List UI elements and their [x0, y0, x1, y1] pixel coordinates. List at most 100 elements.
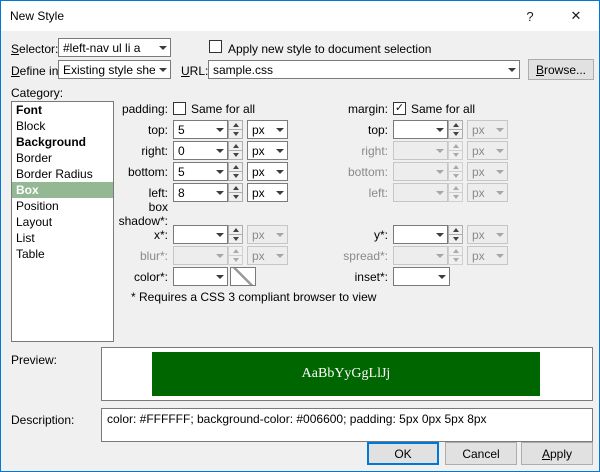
padding-column: padding: Same for all top: 5 px right: 0…	[103, 98, 288, 287]
ok-button[interactable]: OK	[367, 442, 439, 465]
margin-same-for-all-label: Same for all	[411, 101, 476, 116]
shadow-blur-label: blur*:	[139, 248, 168, 263]
define-in-dropdown[interactable]: Existing style sheet	[58, 60, 171, 79]
spin-down-icon	[448, 151, 463, 160]
spin-up-icon[interactable]	[448, 120, 463, 130]
padding-top-value: 5	[178, 122, 185, 137]
apply-to-selection-checkbox[interactable]	[209, 40, 222, 53]
define-in-label: Define in:	[11, 64, 62, 78]
shadow-spread-unit: px	[472, 248, 485, 263]
padding-left-value-combo[interactable]: 8	[173, 183, 228, 202]
apply-button-label: Apply	[541, 446, 573, 461]
spin-down-icon	[448, 256, 463, 265]
shadow-spread-unit-combo: px	[467, 246, 508, 265]
chevron-down-icon	[432, 191, 447, 195]
spin-up-icon[interactable]	[228, 162, 243, 172]
spin-down-icon[interactable]	[228, 172, 243, 181]
spacer-row	[333, 203, 508, 224]
chevron-down-icon	[212, 233, 227, 237]
chevron-down-icon	[492, 149, 507, 153]
padding-top-spinner[interactable]	[228, 120, 243, 139]
category-item-block[interactable]: Block	[12, 118, 113, 134]
category-item-layout[interactable]: Layout	[12, 214, 113, 230]
spin-down-icon[interactable]	[448, 235, 463, 244]
padding-right-value-combo[interactable]: 0	[173, 141, 228, 160]
selector-dropdown[interactable]: #left-nav ul li a	[58, 38, 171, 57]
chevron-down-icon	[492, 170, 507, 174]
padding-right-label: right:	[141, 143, 168, 158]
category-item-background[interactable]: Background	[12, 134, 113, 150]
apply-to-selection-label: Apply new style to document selection	[228, 42, 432, 56]
close-button[interactable]: ✕	[553, 1, 599, 31]
margin-same-for-all-checkbox[interactable]: ✓	[393, 102, 406, 115]
padding-top-row: top: 5 px	[103, 119, 288, 140]
description-box: color: #FFFFFF; background-color: #00660…	[101, 408, 593, 442]
spin-up-icon[interactable]	[228, 183, 243, 193]
spin-down-icon[interactable]	[228, 235, 243, 244]
shadow-blur-spinner	[228, 246, 243, 265]
padding-same-for-all-checkbox[interactable]	[173, 102, 186, 115]
chevron-down-icon	[272, 233, 287, 237]
spin-down-icon[interactable]	[228, 130, 243, 139]
apply-button[interactable]: Apply	[521, 442, 593, 465]
chevron-down-icon	[432, 233, 447, 237]
margin-top-spinner[interactable]	[448, 120, 463, 139]
spin-up-icon[interactable]	[228, 120, 243, 130]
margin-left-row: left: px	[333, 182, 508, 203]
titlebar-buttons: ? ✕	[507, 1, 599, 31]
define-in-value: Existing style sheet	[63, 62, 155, 77]
category-item-box[interactable]: Box	[12, 182, 113, 198]
spin-up-icon[interactable]	[228, 225, 243, 235]
chevron-down-icon	[492, 233, 507, 237]
help-button[interactable]: ?	[507, 1, 553, 31]
shadow-color-combo[interactable]	[173, 267, 228, 286]
color-picker-swatch[interactable]	[230, 267, 256, 286]
category-item-border[interactable]: Border	[12, 150, 113, 166]
spin-up-icon[interactable]	[448, 225, 463, 235]
padding-top-unit-combo[interactable]: px	[247, 120, 288, 139]
padding-left-spinner[interactable]	[228, 183, 243, 202]
chevron-down-icon	[272, 128, 287, 132]
shadow-y-unit: px	[472, 227, 485, 242]
shadow-inset-combo[interactable]	[393, 267, 450, 286]
category-item-table[interactable]: Table	[12, 246, 113, 262]
spin-down-icon[interactable]	[448, 130, 463, 139]
padding-left-unit-combo[interactable]: px	[247, 183, 288, 202]
padding-bottom-value-combo[interactable]: 5	[173, 162, 228, 181]
padding-right-spinner[interactable]	[228, 141, 243, 160]
padding-top-unit: px	[252, 122, 265, 137]
category-item-position[interactable]: Position	[12, 198, 113, 214]
category-item-border-radius[interactable]: Border Radius	[12, 166, 113, 182]
shadow-x-value-combo[interactable]	[173, 225, 228, 244]
new-style-dialog: New Style ? ✕ Selector: #left-nav ul li …	[0, 0, 600, 472]
spin-up-icon[interactable]	[228, 141, 243, 151]
shadow-x-spinner[interactable]	[228, 225, 243, 244]
spin-down-icon[interactable]	[228, 193, 243, 202]
shadow-y-row: y*: px	[333, 224, 508, 245]
category-item-list[interactable]: List	[12, 230, 113, 246]
spin-down-icon[interactable]	[228, 151, 243, 160]
margin-top-unit-combo: px	[467, 120, 508, 139]
chevron-down-icon	[432, 128, 447, 132]
selector-label: Selector:	[11, 42, 59, 56]
padding-left-unit: px	[252, 185, 265, 200]
margin-top-value-combo[interactable]	[393, 120, 448, 139]
padding-bottom-spinner[interactable]	[228, 162, 243, 181]
padding-right-unit-combo[interactable]: px	[247, 141, 288, 160]
browse-button[interactable]: Browse...	[528, 59, 594, 80]
padding-top-value-combo[interactable]: 5	[173, 120, 228, 139]
url-combobox[interactable]: sample.css	[208, 60, 520, 79]
category-item-font[interactable]: Font	[12, 102, 113, 118]
spin-up-icon	[448, 162, 463, 172]
shadow-spread-label: spread*:	[343, 248, 388, 263]
chevron-down-icon	[272, 191, 287, 195]
shadow-y-label: y*:	[373, 227, 388, 242]
box-shadow-header-row: box shadow*:	[103, 200, 288, 228]
preview-label: Preview:	[11, 353, 58, 367]
padding-bottom-unit-combo[interactable]: px	[247, 162, 288, 181]
shadow-y-spinner[interactable]	[448, 225, 463, 244]
margin-left-spinner	[448, 183, 463, 202]
shadow-y-value-combo[interactable]	[393, 225, 448, 244]
padding-right-unit: px	[252, 143, 265, 158]
cancel-button[interactable]: Cancel	[445, 442, 517, 465]
